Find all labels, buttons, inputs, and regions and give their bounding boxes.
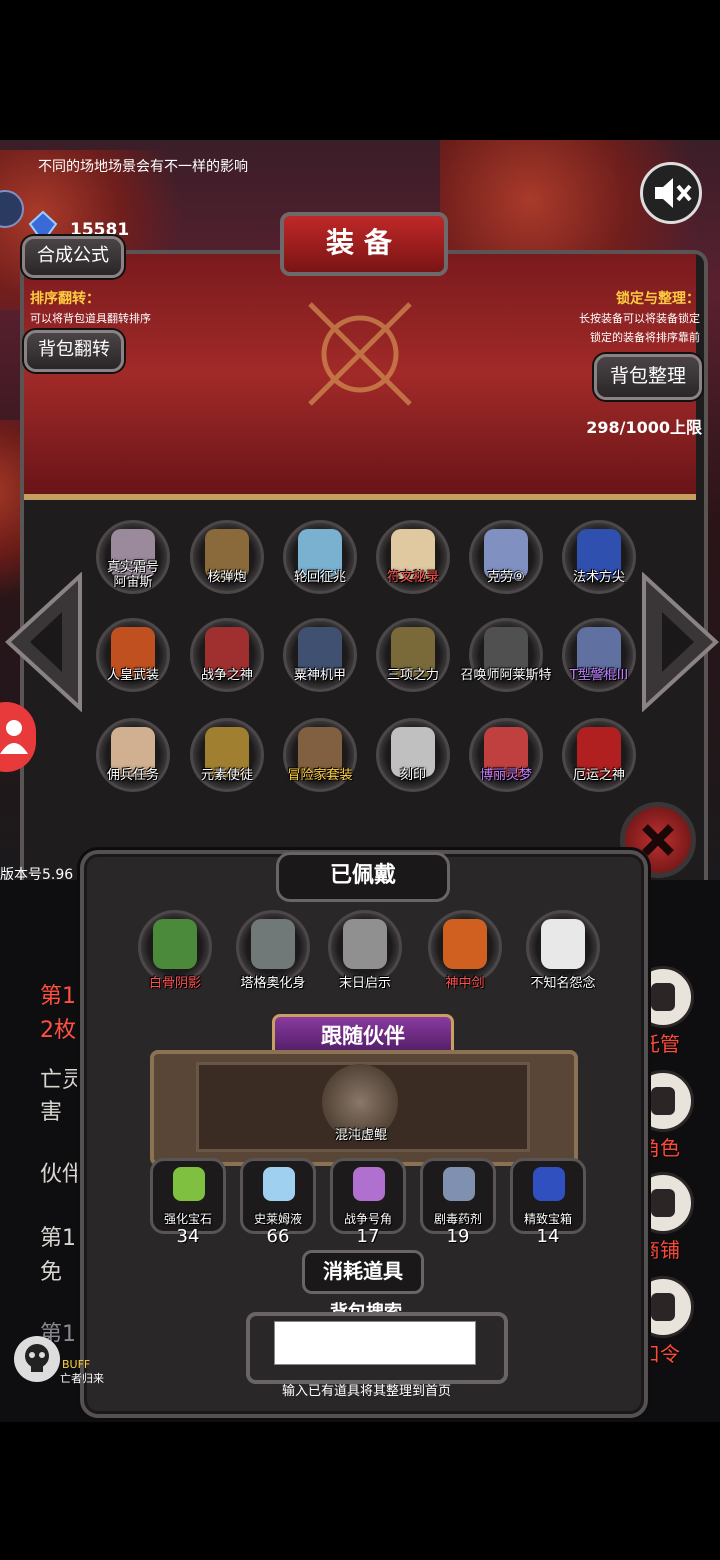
prev-page-arrow[interactable]: [4, 572, 84, 712]
item-label: 白骨阴影: [148, 976, 201, 991]
buff-name: 亡者归来: [60, 1372, 104, 1385]
item-label: T型警棍III: [569, 668, 629, 683]
log-line: 免: [40, 1260, 63, 1285]
equipped-title: 已佩戴: [276, 852, 450, 902]
log-line: 第1: [40, 984, 76, 1009]
scene-hint: 不同的场地场景会有不一样的影响: [38, 159, 248, 175]
item-sprite: [251, 919, 295, 969]
hooded-character-icon: [651, 1087, 675, 1115]
mute-button[interactable]: [640, 162, 702, 224]
shop-icon: [651, 1189, 675, 1217]
item-count: 17: [356, 1226, 380, 1247]
capacity-label: 298/1000上限: [586, 418, 702, 437]
lock-sort-desc: 锁定的装备将排序靠前: [590, 331, 700, 344]
log-line: 伙伴: [40, 1162, 85, 1187]
sort-button[interactable]: 背包整理: [594, 354, 702, 400]
item-sprite: [343, 919, 387, 969]
item-label: 精致宝箱: [523, 1212, 572, 1226]
search-hint: 输入已有道具将其整理到首页: [282, 1384, 452, 1399]
companion-name: 混沌虚鲲: [334, 1128, 387, 1143]
item-count: 34: [176, 1226, 200, 1247]
dice-icon: [651, 983, 675, 1011]
item-sprite: [173, 1167, 205, 1201]
item-label: 法术方尖: [572, 570, 625, 585]
item-sprite: [443, 1167, 475, 1201]
speaker-muted-icon: [655, 178, 692, 208]
item-sprite: [153, 919, 197, 969]
flip-button[interactable]: 背包翻转: [24, 330, 124, 372]
panel-title: 装备: [280, 212, 448, 276]
book-icon: [651, 1293, 675, 1321]
item-sprite: [263, 1167, 295, 1201]
log-line: 2枚: [40, 1018, 76, 1043]
item-label: 不知名怨念: [530, 976, 596, 991]
item-sprite: [541, 919, 585, 969]
sort-flip-desc: 可以将背包道具翻转排序: [30, 312, 151, 325]
sort-flip-title: 排序翻转：: [30, 291, 100, 307]
next-page-arrow[interactable]: [640, 572, 720, 712]
item-sprite: [443, 919, 487, 969]
log-line: 亡灵: [40, 1068, 85, 1093]
item-label: 末日启示: [338, 976, 391, 991]
item-sprite: [533, 1167, 565, 1201]
log-line: 第1: [40, 1226, 76, 1251]
game-scene: 不同的场地场景会有不一样的影响 15581 装备 合成公式 排序翻转： 可以将背…: [0, 140, 720, 1422]
item-count: 14: [536, 1226, 560, 1247]
search-input[interactable]: [274, 1321, 476, 1365]
log-line: 害: [40, 1100, 63, 1125]
crossed-swords-emblem-icon: [308, 302, 412, 406]
lock-sort-desc: 长按装备可以将装备锁定: [579, 312, 700, 325]
item-sprite: [353, 1167, 385, 1201]
item-label: 厄运之神: [572, 768, 625, 783]
lock-sort-title: 锁定与整理：: [616, 291, 700, 307]
item-count: 19: [446, 1226, 470, 1247]
consumables-title: 消耗道具: [302, 1250, 424, 1294]
item-count: 66: [266, 1226, 290, 1247]
skull-icon[interactable]: [14, 1336, 60, 1382]
item-label: 神中剑: [445, 976, 485, 991]
formula-button[interactable]: 合成公式: [22, 236, 124, 278]
